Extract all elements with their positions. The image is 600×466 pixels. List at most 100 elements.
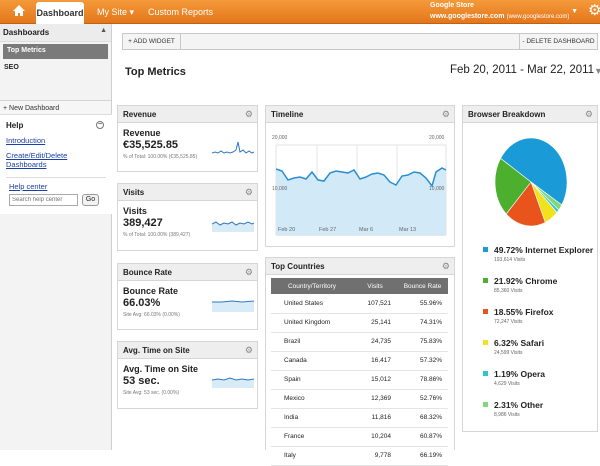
table-row[interactable]: United States 107,521 55.96% (271, 294, 448, 314)
metric-subtext: % of Total: 100.00% (389,427) (123, 232, 191, 238)
page-title: Top Metrics (125, 66, 186, 78)
gear-icon[interactable]: ⚙ (245, 267, 253, 278)
column-header[interactable]: Country/Territory (271, 278, 353, 294)
table-row[interactable]: Italy 9,778 66.19% (271, 446, 448, 466)
table-row[interactable]: Canada 16,417 57.32% (271, 351, 448, 371)
country-cell[interactable]: India (271, 408, 353, 428)
gear-icon[interactable]: ⚙ (245, 187, 253, 198)
legend-swatch (483, 371, 488, 376)
help-link-create-edit-delete[interactable]: Create/Edit/Delete Dashboards (6, 151, 106, 169)
legend-visits: 4,629 Visits (494, 381, 520, 387)
gear-icon[interactable]: ⚙ (588, 2, 600, 20)
table-row[interactable]: India 11,816 68.32% (271, 408, 448, 428)
gear-icon[interactable]: ⚙ (245, 109, 253, 120)
dashboard-toolbar: + ADD WIDGET - DELETE DASHBOARD (122, 33, 598, 50)
country-cell[interactable]: United Kingdom (271, 313, 353, 333)
top-nav-bar: Dashboard My Site ▾ Custom Reports Googl… (0, 0, 600, 24)
widget-title: Avg. Time on Site (123, 346, 190, 355)
metric-label: Revenue (123, 128, 161, 138)
collapse-icon[interactable]: − (96, 121, 104, 129)
help-center-link[interactable]: Help center (6, 182, 106, 191)
table-row[interactable]: Mexico 12,369 52.76% (271, 389, 448, 409)
bounce-rate-cell: 66.19% (397, 446, 448, 466)
go-button[interactable]: Go (82, 194, 99, 206)
country-cell[interactable]: France (271, 427, 353, 447)
visits-cell: 25,141 (353, 313, 397, 333)
widget-visits: Visits ⚙ Visits 389,427 % of Total: 100.0… (117, 183, 258, 251)
table-row[interactable]: United Kingdom 25,141 74.31% (271, 313, 448, 333)
date-range-picker[interactable]: Feb 20, 2011 - Mar 22, 2011 ▼ (450, 64, 600, 76)
legend-swatch (483, 402, 488, 407)
legend-label: 2.31% Other (494, 400, 544, 410)
gear-icon[interactable]: ⚙ (442, 261, 450, 272)
column-header[interactable]: Visits (353, 278, 397, 294)
sidebar: Dashboards ▲ Top Metrics SEO + New Dashbo… (0, 24, 112, 450)
chevron-down-icon: ▼ (594, 66, 600, 76)
bounce-rate-cell: 68.32% (397, 408, 448, 428)
column-header[interactable]: Bounce Rate (397, 278, 448, 294)
legend-label: 49.72% Internet Explorer (494, 245, 594, 255)
metric-subtext: Site Avg: 53 sec. (0.00%) (123, 390, 180, 396)
x-axis-label: Feb 20 (278, 227, 296, 233)
country-cell[interactable]: United States (271, 294, 353, 314)
chevron-down-icon: ▾ (129, 7, 135, 17)
legend-label: 6.32% Safari (494, 338, 545, 348)
help-title: Help (6, 121, 24, 130)
widget-browser-breakdown: Browser Breakdown ⚙ 49.72% Internet Explo… (462, 105, 598, 432)
visits-cell: 15,012 (353, 370, 397, 390)
table-row[interactable]: Brazil 24,735 75.83% (271, 332, 448, 352)
bounce-rate-cell: 57.32% (397, 351, 448, 371)
country-cell[interactable]: Mexico (271, 389, 353, 409)
legend-label: 1.19% Opera (494, 369, 546, 379)
y-axis-label: 10,000 (272, 186, 288, 192)
country-cell[interactable]: Brazil (271, 332, 353, 352)
account-selector[interactable]: Google Store www.googlestore.com (www.go… (430, 1, 580, 22)
help-search-input[interactable] (9, 194, 78, 206)
sidebar-item-top-metrics[interactable]: Top Metrics (3, 44, 108, 59)
visits-cell: 12,369 (353, 389, 397, 409)
metric-label: Bounce Rate (123, 286, 179, 296)
widget-avg-time-on-site: Avg. Time on Site ⚙ Avg. Time on Site 53 … (117, 341, 258, 409)
bounce-rate-cell: 75.83% (397, 332, 448, 352)
table-header-row: Country/Territory Visits Bounce Rate (271, 278, 448, 294)
delete-dashboard-button[interactable]: - DELETE DASHBOARD (519, 34, 597, 49)
widget-revenue: Revenue ⚙ Revenue €35,525.85 % of Total: … (117, 105, 258, 172)
visits-cell: 24,735 (353, 332, 397, 352)
bounce-rate-cell: 74.31% (397, 313, 448, 333)
tab-my-site-label: My Site (97, 7, 128, 17)
legend-swatch (483, 247, 488, 252)
widget-timeline: Timeline ⚙ 20,000 10,000 20,000 10,000 Fe… (265, 105, 455, 247)
date-range-text: Feb 20, 2011 - Mar 22, 2011 (450, 64, 595, 76)
tab-dashboard[interactable]: Dashboard (36, 2, 84, 24)
gear-icon[interactable]: ⚙ (442, 109, 450, 120)
widget-top-countries: Top Countries ⚙ Country/Territory Visits … (265, 257, 455, 466)
chevron-down-icon: ▼ (571, 8, 578, 15)
collapse-icon[interactable]: ▲ (100, 27, 107, 34)
legend-visits: 24,599 Visits (494, 350, 523, 356)
legend-label: 18.55% Firefox (494, 307, 554, 317)
sidebar-item-seo[interactable]: SEO (0, 61, 111, 76)
countries-table: Country/Territory Visits Bounce Rate Uni… (271, 278, 448, 466)
widget-bounce-rate: Bounce Rate ⚙ Bounce Rate 66.03% Site Avg… (117, 263, 258, 330)
bounce-rate-cell: 78.86% (397, 370, 448, 390)
country-cell[interactable]: Italy (271, 446, 353, 466)
gear-icon[interactable]: ⚙ (585, 109, 593, 120)
home-icon[interactable] (6, 3, 32, 21)
avg-time-sparkline (212, 377, 254, 388)
visits-cell: 9,778 (353, 446, 397, 466)
gear-icon[interactable]: ⚙ (245, 345, 253, 356)
dashboards-title: Dashboards (3, 28, 50, 37)
visits-sparkline (212, 221, 254, 232)
widget-title: Browser Breakdown (468, 110, 546, 119)
tab-custom-reports[interactable]: Custom Reports (148, 2, 213, 22)
help-link-introduction[interactable]: Introduction (6, 136, 106, 145)
tab-my-site[interactable]: My Site ▾ (97, 2, 134, 22)
help-panel: Help − Introduction Create/Edit/Delete Da… (0, 114, 112, 214)
country-cell[interactable]: Canada (271, 351, 353, 371)
table-body: United States 107,521 55.96% United Kingdom… (271, 294, 448, 466)
table-row[interactable]: France 10,204 60.87% (271, 427, 448, 447)
table-row[interactable]: Spain 15,012 78.86% (271, 370, 448, 390)
widget-title: Top Countries (271, 262, 325, 271)
add-widget-button[interactable]: + ADD WIDGET (123, 34, 181, 49)
country-cell[interactable]: Spain (271, 370, 353, 390)
